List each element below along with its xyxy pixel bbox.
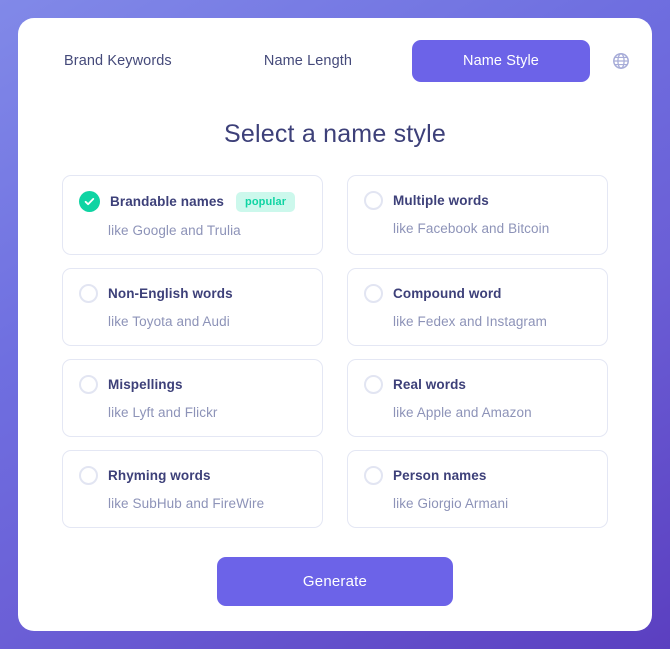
option-card-brandable-names[interactable]: Brandable names popular like Google and … [62,175,323,255]
option-card-real-words[interactable]: Real words like Apple and Amazon [347,359,608,437]
option-title: Rhyming words [108,468,211,483]
option-title: Person names [393,468,487,483]
globe-icon[interactable] [610,50,632,72]
option-title: Real words [393,377,467,392]
option-header: Brandable names popular [79,191,306,212]
option-header: Mispellings [79,375,306,394]
name-generator-panel: Brand Keywords Name Length Name Style Se… [18,18,652,631]
option-card-non-english-words[interactable]: Non-English words like Toyota and Audi [62,268,323,346]
generate-button-row: Generate [18,557,652,606]
radio-icon[interactable] [364,284,383,303]
popular-badge: popular [236,191,296,212]
option-card-mispellings[interactable]: Mispellings like Lyft and Flickr [62,359,323,437]
option-header: Real words [364,375,591,394]
option-title: Mispellings [108,377,183,392]
radio-icon[interactable] [79,284,98,303]
option-title: Non-English words [108,286,233,301]
option-card-person-names[interactable]: Person names like Giorgio Armani [347,450,608,528]
tab-name-length[interactable]: Name Length [238,41,378,81]
option-card-multiple-words[interactable]: Multiple words like Facebook and Bitcoin [347,175,608,255]
option-title: Compound word [393,286,502,301]
option-header: Non-English words [79,284,306,303]
option-title: Multiple words [393,193,489,208]
radio-icon[interactable] [364,191,383,210]
option-title: Brandable names [110,194,225,209]
option-example: like Toyota and Audi [108,314,230,329]
option-card-rhyming-words[interactable]: Rhyming words like SubHub and FireWire [62,450,323,528]
option-example: like Lyft and Flickr [108,405,218,420]
option-example: like Fedex and Instagram [393,314,547,329]
option-example: like Giorgio Armani [393,496,509,511]
option-example: like Google and Trulia [108,223,241,238]
tab-brand-keywords[interactable]: Brand Keywords [38,41,198,81]
name-style-options-grid: Brandable names popular like Google and … [18,175,652,528]
radio-icon[interactable] [364,466,383,485]
page-title: Select a name style [224,120,446,148]
option-example: like Facebook and Bitcoin [393,221,550,236]
option-card-compound-word[interactable]: Compound word like Fedex and Instagram [347,268,608,346]
option-example: like SubHub and FireWire [108,496,265,511]
tab-name-style[interactable]: Name Style [412,40,590,82]
option-header: Rhyming words [79,466,306,485]
option-example: like Apple and Amazon [393,405,532,420]
check-circle-icon[interactable] [79,191,100,212]
radio-icon[interactable] [79,466,98,485]
option-header: Multiple words [364,191,591,210]
radio-icon[interactable] [79,375,98,394]
generate-button[interactable]: Generate [217,557,453,606]
option-header: Person names [364,466,591,485]
wizard-tab-bar: Brand Keywords Name Length Name Style [18,18,652,104]
option-header: Compound word [364,284,591,303]
radio-icon[interactable] [364,375,383,394]
